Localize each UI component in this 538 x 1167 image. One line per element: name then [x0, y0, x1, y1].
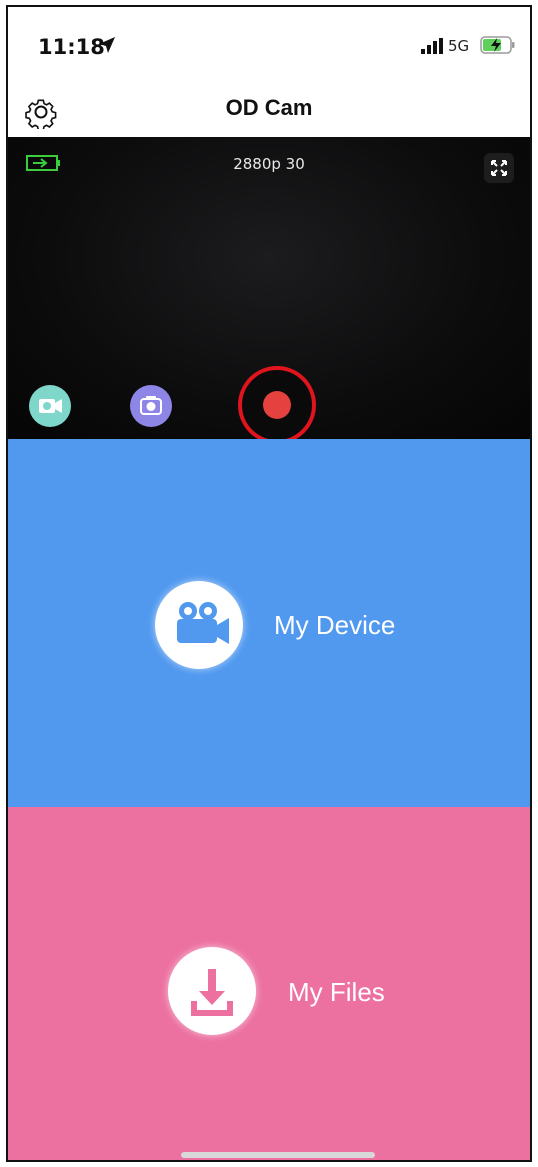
camera-preview: 2880p 30: [8, 137, 530, 444]
fullscreen-button[interactable]: [484, 153, 514, 183]
download-icon: [191, 969, 233, 1016]
resolution-label: 2880p 30: [233, 155, 305, 173]
my-files-icon-circle: [168, 947, 256, 1035]
home-indicator[interactable]: [181, 1152, 375, 1158]
fullscreen-icon: [491, 160, 507, 176]
photo-mode-button[interactable]: [130, 385, 172, 427]
record-button[interactable]: [238, 366, 316, 444]
my-files-label: My Files: [288, 977, 385, 1007]
nav-bar: OD Cam: [8, 87, 530, 137]
record-icon: [263, 391, 291, 419]
app-screen: 11:18 5G OD Cam 2880p 30 My Device My Fi…: [6, 5, 532, 1162]
video-mode-button[interactable]: [29, 385, 71, 427]
my-device-label: My Device: [274, 610, 396, 640]
page-title: OD Cam: [225, 95, 313, 120]
my-device-icon-circle: [155, 581, 243, 669]
photo-camera-icon: [140, 396, 162, 415]
my-device-tile[interactable]: My Device: [8, 439, 530, 807]
video-camera-icon: [39, 399, 62, 413]
network-type: 5G: [448, 37, 470, 55]
location-arrow-icon: [99, 37, 115, 53]
status-time: 11:18: [38, 35, 105, 59]
battery-charging-icon: [480, 36, 515, 54]
status-bar: 11:18 5G: [8, 7, 530, 87]
my-files-tile[interactable]: My Files: [8, 807, 530, 1160]
signal-bars-icon: [421, 38, 443, 54]
movie-camera-icon: [177, 602, 229, 644]
